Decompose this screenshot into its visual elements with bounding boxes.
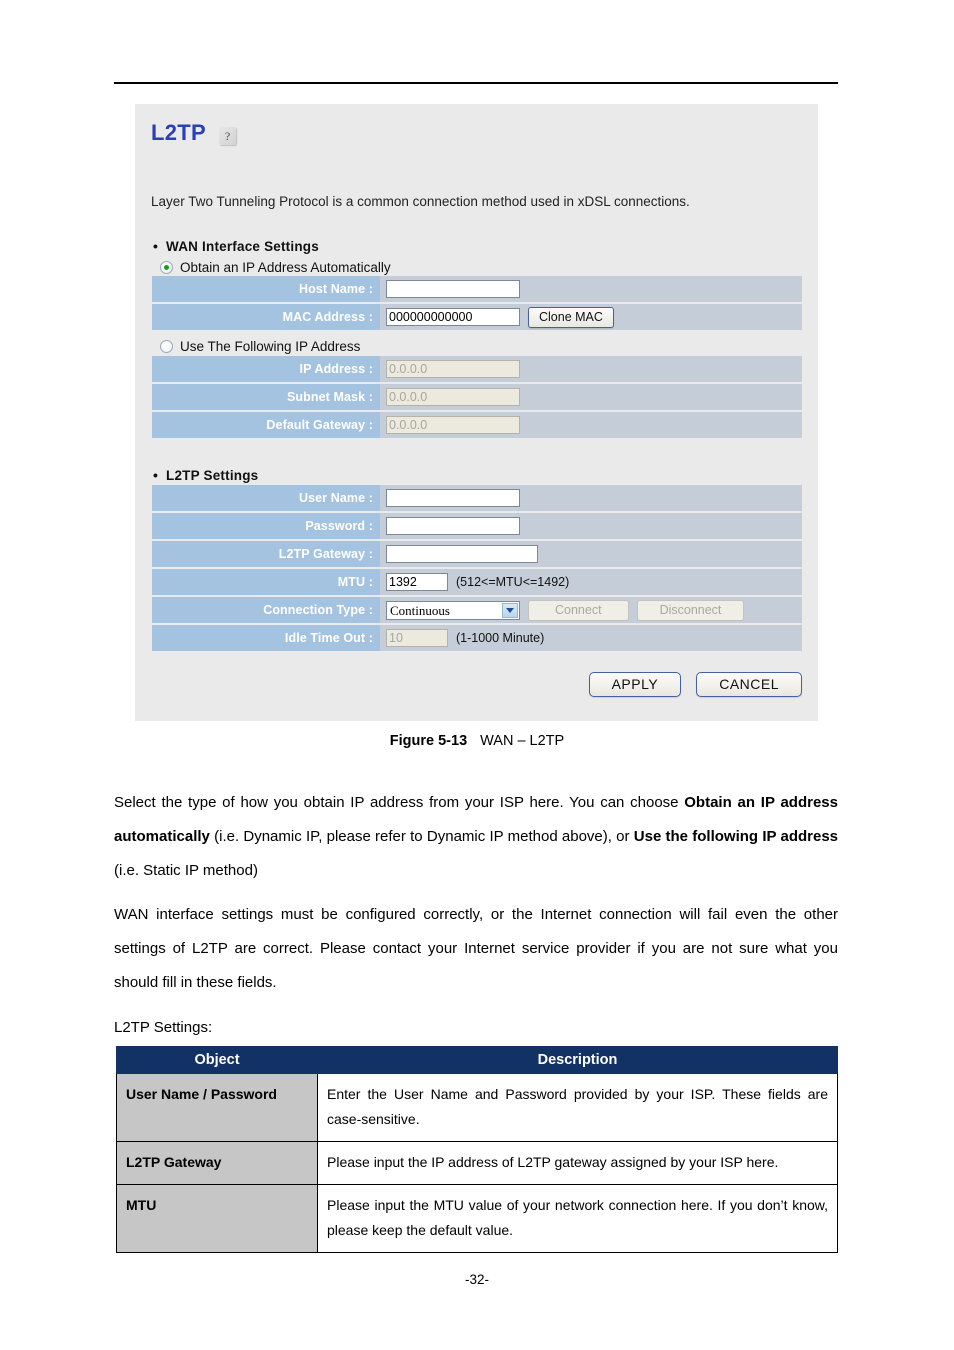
label-idle-time-out: Idle Time Out : [152,625,380,651]
radio-obtain-ip-automatically[interactable]: Obtain an IP Address Automatically [160,260,391,275]
label-host-name: Host Name : [152,276,380,302]
table-cell-description: Enter the User Name and Password provide… [317,1073,838,1142]
apply-button[interactable]: APPLY [588,672,682,697]
label-ip-address: IP Address : [152,356,380,382]
section-heading-l2tp-settings: L2TP Settings [153,467,258,483]
page-number: -32- [464,1272,489,1287]
idle-time-out-input[interactable]: 10 [386,629,448,647]
form-action-bar: APPLY CANCEL [152,672,802,697]
para1-part-e: (i.e. Static IP method) [114,862,258,879]
figure-label: Figure 5-13 [389,733,468,749]
mtu-range-hint: (512<=MTU<=1492) [456,575,570,589]
label-default-gateway: Default Gateway : [152,412,380,438]
table-cell-description: Please input the MTU value of your netwo… [317,1184,838,1253]
subnet-mask-input[interactable]: 0.0.0.0 [386,388,520,406]
table-cell-object: MTU [116,1184,318,1253]
para1-part-c: (i.e. Dynamic IP, please refer to Dynami… [209,828,634,845]
paragraph-l2tp-settings-label: L2TP Settings: [114,1019,213,1036]
table-row: MTU Please input the MTU value of your n… [116,1184,838,1253]
field-row-subnet-mask: Subnet Mask : 0.0.0.0 [152,384,802,411]
page-header-rule [114,82,838,84]
radio-button-auto-icon[interactable] [160,261,173,274]
field-body-connection-type: Continuous Connect Disconnect [380,597,802,623]
protocol-description: Layer Two Tunneling Protocol is a common… [151,194,690,209]
field-row-mac-address: MAC Address : 000000000000 Clone MAC [152,304,802,331]
table-cell-object: User Name / Password [116,1073,318,1142]
field-body-idle-time-out: 10 (1-1000 Minute) [380,625,802,651]
field-body-host-name [380,276,802,302]
table-cell-description: Please input the IP address of L2TP gate… [317,1141,838,1185]
para1-bold-use-following: Use the following IP address [633,828,839,845]
field-body-user-name [380,485,802,511]
field-row-mtu: MTU : 1392 (512<=MTU<=1492) [152,569,802,596]
help-question-icon[interactable]: ? [219,127,236,145]
page-title: L2TP [151,120,206,145]
field-row-ip-address: IP Address : 0.0.0.0 [152,356,802,383]
para1-part-a: Select the type of how you obtain IP add… [114,794,685,811]
column-header-description: Description [317,1046,838,1074]
table-cell-object: L2TP Gateway [116,1141,318,1185]
connect-button[interactable]: Connect [528,599,629,621]
radio-label-auto: Obtain an IP Address Automatically [180,260,391,275]
field-body-password [380,513,802,539]
figure-caption: Figure 5-13 WAN – L2TP [0,733,954,749]
radio-use-following-ip[interactable]: Use The Following IP Address [160,339,360,354]
radio-label-static: Use The Following IP Address [180,339,361,354]
table-row: User Name / Password Enter the User Name… [116,1073,838,1142]
disconnect-button[interactable]: Disconnect [636,599,745,621]
field-row-l2tp-gateway: L2TP Gateway : [152,541,802,568]
password-input[interactable] [386,517,520,535]
label-password: Password : [152,513,380,539]
label-connection-type: Connection Type : [152,597,380,623]
label-user-name: User Name : [152,485,380,511]
default-gateway-input[interactable]: 0.0.0.0 [386,416,520,434]
field-row-default-gateway: Default Gateway : 0.0.0.0 [152,412,802,439]
label-l2tp-gateway: L2TP Gateway : [152,541,380,567]
host-name-input[interactable] [386,280,520,298]
field-row-connection-type: Connection Type : Continuous Connect Dis… [152,597,802,624]
mac-address-input[interactable]: 000000000000 [386,308,520,326]
field-body-mtu: 1392 (512<=MTU<=1492) [380,569,802,595]
figure-title: WAN – L2TP [480,733,565,749]
router-config-screenshot: L2TP ? Layer Two Tunneling Protocol is a… [135,104,818,721]
mtu-input[interactable]: 1392 [386,573,448,591]
table-row: L2TP Gateway Please input the IP address… [116,1141,838,1185]
paragraph-wan-warning: WAN interface settings must be configure… [114,906,838,991]
section-heading-wan-interface-settings: WAN Interface Settings [153,238,319,254]
chevron-down-icon[interactable] [502,602,518,618]
field-body-mac-address: 000000000000 Clone MAC [380,304,802,330]
ip-address-input[interactable]: 0.0.0.0 [386,360,520,378]
cancel-button[interactable]: CANCEL [696,672,802,697]
field-body-subnet-mask: 0.0.0.0 [380,384,802,410]
l2tp-settings-description-table: Object Description User Name / Password … [116,1046,838,1253]
clone-mac-button[interactable]: Clone MAC [528,306,614,328]
field-body-l2tp-gateway [380,541,802,567]
idle-time-out-range-hint: (1-1000 Minute) [456,631,545,645]
label-mtu: MTU : [152,569,380,595]
table-header-row: Object Description [116,1046,838,1074]
label-mac-address: MAC Address : [152,304,380,330]
l2tp-gateway-input[interactable] [386,545,538,563]
field-row-password: Password : [152,513,802,540]
field-body-ip-address: 0.0.0.0 [380,356,802,382]
user-name-input[interactable] [386,489,520,507]
radio-button-static-icon[interactable] [160,340,173,353]
field-row-host-name: Host Name : [152,276,802,303]
column-header-object: Object [116,1046,318,1074]
connection-type-select[interactable]: Continuous [386,600,520,620]
field-row-user-name: User Name : [152,485,802,512]
paragraph-select-type: Select the type of how you obtain IP add… [114,786,838,888]
field-row-idle-time-out: Idle Time Out : 10 (1-1000 Minute) [152,625,802,652]
connection-type-selected-value: Continuous [390,602,450,618]
field-body-default-gateway: 0.0.0.0 [380,412,802,438]
label-subnet-mask: Subnet Mask : [152,384,380,410]
